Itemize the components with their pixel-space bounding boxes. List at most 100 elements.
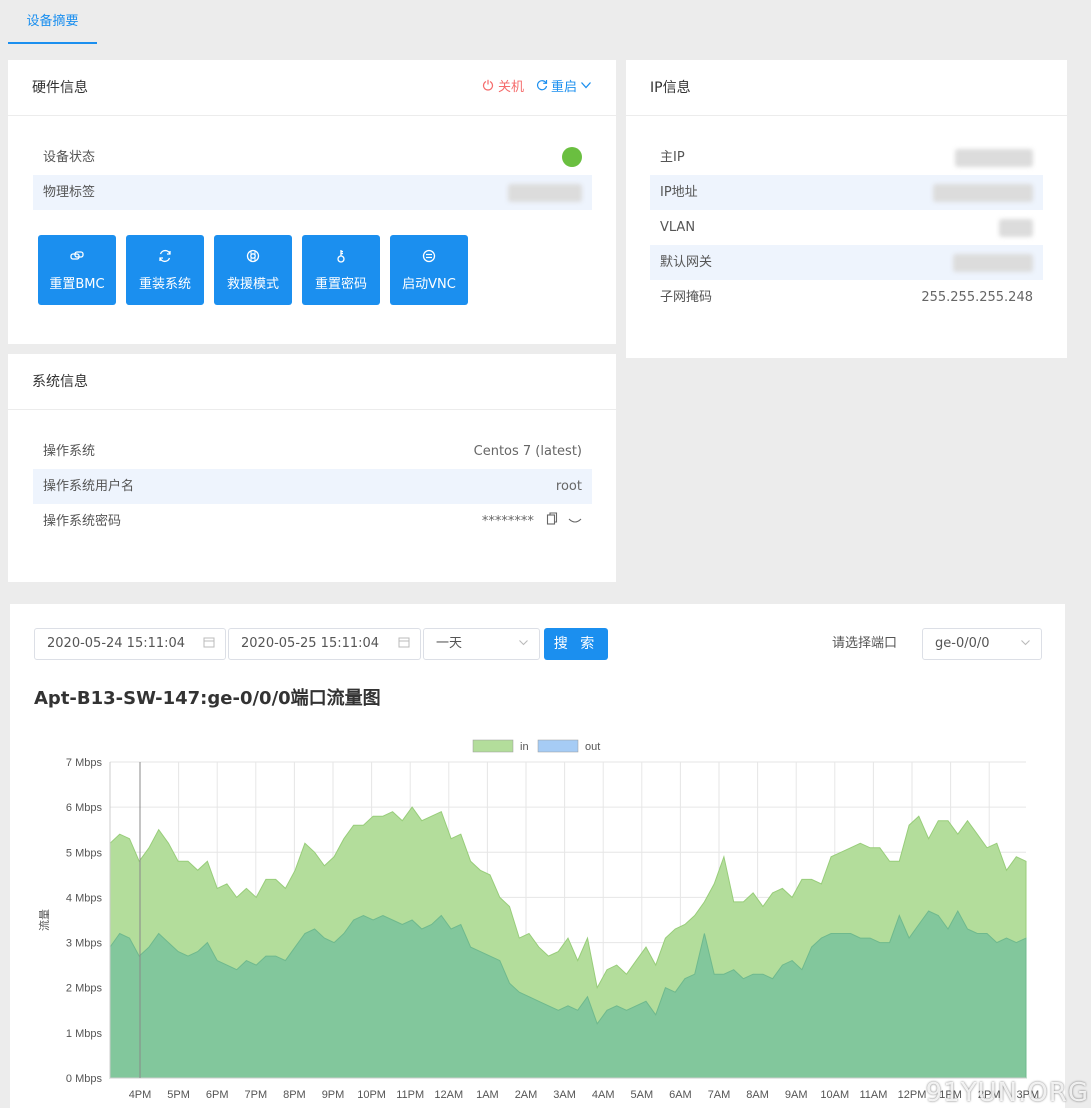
subnet-mask-row: 子网掩码 255.255.255.248 xyxy=(650,280,1043,315)
ip-address-label: IP地址 xyxy=(660,185,698,200)
chevron-down-icon xyxy=(580,60,592,116)
power-icon xyxy=(482,60,494,116)
x-tick-label: 1AM xyxy=(476,1089,499,1101)
system-card-title: 系统信息 xyxy=(32,374,88,390)
reset-password-button[interactable]: 重置密码 xyxy=(302,235,380,305)
refresh-icon xyxy=(536,60,548,116)
ip-address-value-redacted xyxy=(933,184,1033,202)
rescue-mode-label: 救援模式 xyxy=(226,276,279,292)
x-tick-label: 12AM xyxy=(434,1089,463,1101)
rescue-mode-button[interactable]: 救援模式 xyxy=(214,235,292,305)
x-tick-label: 4AM xyxy=(592,1089,615,1101)
y-axis-label: 流量 xyxy=(37,909,51,931)
reboot-label: 重启 xyxy=(550,80,577,95)
reboot-dropdown[interactable]: 重启 xyxy=(536,60,592,116)
reset-bmc-label: 重置BMC xyxy=(49,276,105,292)
refresh-icon xyxy=(158,249,172,267)
monitor-icon xyxy=(422,249,436,267)
hardware-card-title: 硬件信息 xyxy=(32,80,88,96)
reinstall-system-button[interactable]: 重装系统 xyxy=(126,235,204,305)
x-tick-label: 10AM xyxy=(820,1089,849,1101)
chevron-down-icon xyxy=(1020,629,1031,659)
end-date-picker[interactable]: 2020-05-25 15:11:04 xyxy=(228,628,421,660)
x-tick-label: 5PM xyxy=(167,1089,190,1101)
primary-ip-label: 主IP xyxy=(660,150,685,165)
password-tools xyxy=(546,504,582,539)
end-date-value: 2020-05-25 15:11:04 xyxy=(241,636,380,651)
x-tick-label: 8PM xyxy=(283,1089,306,1101)
tab-device-summary[interactable]: 设备摘要 xyxy=(8,0,97,44)
device-status-row: 设备状态 xyxy=(33,140,592,175)
x-tick-label: 10PM xyxy=(357,1089,386,1101)
copy-icon[interactable] xyxy=(546,504,558,539)
y-tick-label: 3 Mbps xyxy=(66,938,103,950)
os-password-group: ******** xyxy=(482,504,582,539)
hardware-actions: 关机 重启 xyxy=(482,60,592,116)
calendar-icon xyxy=(398,629,410,659)
watermark: 91YUN.ORG xyxy=(925,1078,1089,1108)
x-tick-label: 4PM xyxy=(129,1089,152,1101)
y-tick-label: 4 Mbps xyxy=(66,892,103,904)
traffic-toolbar: 2020-05-24 15:11:04 2020-05-25 15:11:04 … xyxy=(34,628,608,660)
traffic-card: 2020-05-24 15:11:04 2020-05-25 15:11:04 … xyxy=(10,604,1065,1108)
primary-ip-row: 主IP xyxy=(650,140,1043,175)
os-password-row: 操作系统密码 ******** xyxy=(33,504,592,539)
legend-label-in: in xyxy=(520,741,529,753)
os-username-label: 操作系统用户名 xyxy=(43,479,135,494)
y-tick-label: 7 Mbps xyxy=(66,757,103,769)
lifebuoy-icon xyxy=(246,249,260,267)
start-date-picker[interactable]: 2020-05-24 15:11:04 xyxy=(34,628,226,660)
physical-tag-value-redacted xyxy=(508,184,582,202)
start-date-value: 2020-05-24 15:11:04 xyxy=(47,636,186,651)
os-username-value: root xyxy=(555,479,582,494)
x-tick-label: 7PM xyxy=(244,1089,267,1101)
x-tick-label: 7AM xyxy=(708,1089,731,1101)
os-label: 操作系统 xyxy=(43,444,96,459)
search-button[interactable]: 搜 索 xyxy=(544,628,608,660)
reset-bmc-button[interactable]: 重置BMC xyxy=(38,235,116,305)
legend-swatch-in xyxy=(472,739,514,753)
primary-ip-value-redacted xyxy=(955,149,1033,167)
os-row: 操作系统 Centos 7 (latest) xyxy=(33,434,592,469)
physical-tag-label: 物理标签 xyxy=(43,185,96,200)
port-select[interactable]: ge-0/0/0 xyxy=(922,628,1042,660)
physical-tag-row: 物理标签 xyxy=(33,175,592,210)
shutdown-label: 关机 xyxy=(497,80,524,95)
y-tick-label: 1 Mbps xyxy=(66,1028,103,1040)
eye-closed-icon[interactable] xyxy=(568,504,582,539)
operation-buttons: 重置BMC 重装系统 救援模式 重置密码 启动VNC xyxy=(38,235,468,305)
vlan-label: VLAN xyxy=(660,220,696,235)
x-tick-label: 11AM xyxy=(859,1089,887,1101)
device-status-label: 设备状态 xyxy=(43,150,96,165)
subnet-mask-label: 子网掩码 xyxy=(660,290,713,305)
port-value: ge-0/0/0 xyxy=(935,636,990,651)
chevron-down-icon xyxy=(518,629,529,659)
legend-label-out: out xyxy=(585,741,600,753)
system-card-header: 系统信息 xyxy=(8,354,616,410)
chart-title: Apt-B13-SW-147:ge-0/0/0端口流量图 xyxy=(34,688,381,709)
vlan-row: VLAN xyxy=(650,210,1043,245)
os-username-row: 操作系统用户名 root xyxy=(33,469,592,504)
gateway-label: 默认网关 xyxy=(660,255,713,270)
start-vnc-button[interactable]: 启动VNC xyxy=(390,235,468,305)
ip-card-title: IP信息 xyxy=(650,80,691,96)
y-tick-label: 6 Mbps xyxy=(66,802,103,814)
x-tick-label: 8AM xyxy=(746,1089,769,1101)
y-tick-label: 5 Mbps xyxy=(66,847,103,859)
legend-swatch-out xyxy=(537,739,579,753)
traffic-chart: 0 Mbps 1 Mbps 2 Mbps 3 Mbps 4 Mbps 5 Mbps 6 Mb… xyxy=(37,739,1039,1101)
shutdown-button[interactable]: 关机 xyxy=(482,60,524,116)
reinstall-system-label: 重装系统 xyxy=(138,276,191,292)
os-password-value: ******** xyxy=(481,514,534,529)
link-icon xyxy=(70,249,84,267)
calendar-icon xyxy=(203,629,215,659)
gateway-row: 默认网关 xyxy=(650,245,1043,280)
x-tick-label: 11PM xyxy=(396,1089,424,1101)
x-tick-label: 3AM xyxy=(553,1089,576,1101)
range-select[interactable]: 一天 xyxy=(423,628,540,660)
subnet-mask-value: 255.255.255.248 xyxy=(921,290,1033,305)
reset-password-label: 重置密码 xyxy=(314,276,367,292)
key-icon xyxy=(334,249,348,267)
ip-info-card: IP信息 主IP IP地址 VLAN 默认网关 子网掩码 255.255.255… xyxy=(626,60,1067,358)
vlan-value-redacted xyxy=(999,219,1033,237)
